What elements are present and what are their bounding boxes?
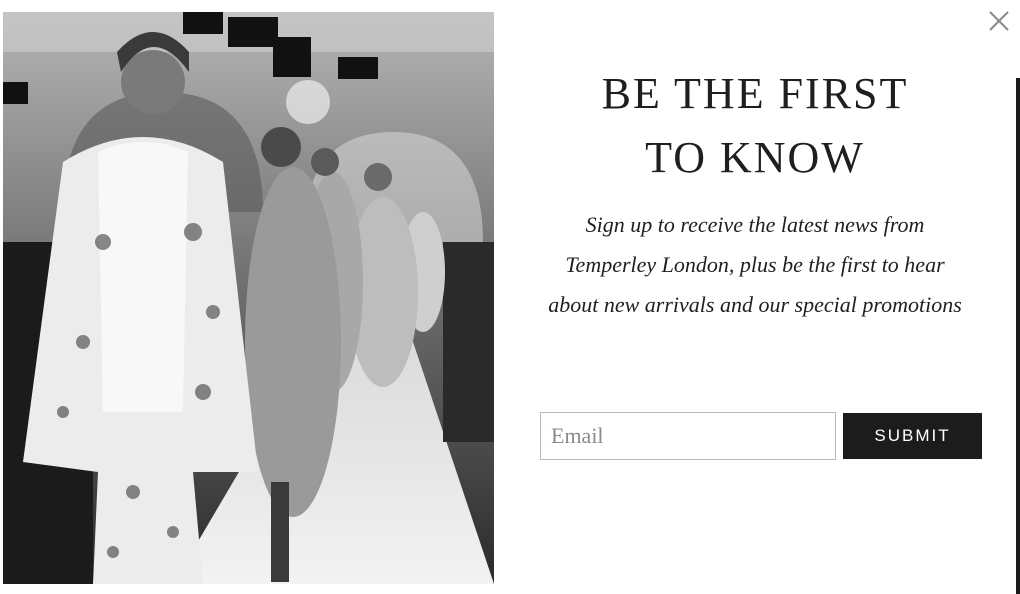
runway-photo xyxy=(3,12,494,584)
signup-popup: BE THE FIRST TO KNOW Sign up to receive … xyxy=(0,0,1020,594)
headline: BE THE FIRST TO KNOW xyxy=(520,62,990,190)
submit-button[interactable]: SUBMIT xyxy=(843,413,982,459)
close-icon xyxy=(989,11,1009,31)
signup-description: Sign up to receive the latest news from … xyxy=(548,212,962,317)
headline-line-2: TO KNOW xyxy=(645,133,865,182)
signup-content: BE THE FIRST TO KNOW Sign up to receive … xyxy=(520,0,990,594)
headline-line-1: BE THE FIRST xyxy=(601,69,909,118)
window-edge xyxy=(1016,78,1020,594)
email-input[interactable] xyxy=(540,412,836,460)
close-button[interactable] xyxy=(988,10,1010,32)
